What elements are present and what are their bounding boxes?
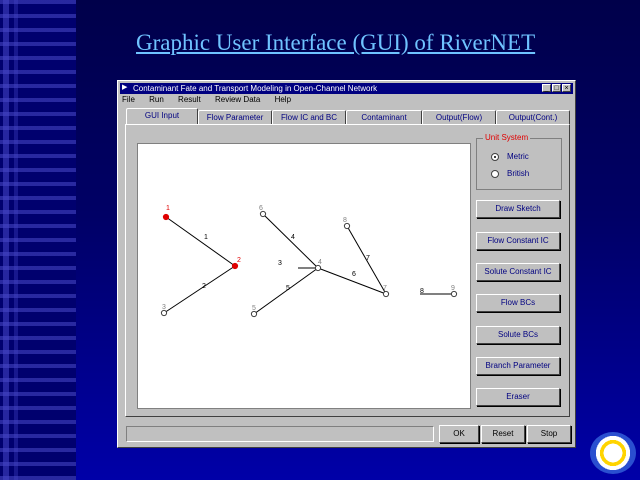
window-titlebar[interactable]: ▶ Contaminant Fate and Transport Modelin… [120,83,573,94]
menu-run[interactable]: Run [149,95,164,104]
branch-label: 6 [352,271,356,278]
branch-label: 8 [420,288,424,295]
menu-result[interactable]: Result [178,95,201,104]
node-label-7: 7 [383,285,387,292]
node-label-1: 1 [166,205,170,212]
menu-help[interactable]: Help [275,95,291,104]
branch-label: 2 [202,283,206,290]
radio-metric[interactable]: Metric [491,152,529,161]
branch-label: 4 [291,234,295,241]
minimize-button[interactable]: _ [542,84,551,92]
tab-gui-input[interactable]: GUI Input [126,108,198,124]
network-node-4[interactable] [314,264,322,272]
branch-line-1[interactable] [165,216,236,267]
menu-bar: File Run Result Review Data Help [122,95,303,105]
flow-constant-ic-button[interactable]: Flow Constant IC [476,232,560,250]
maximize-button[interactable]: □ [552,84,561,92]
window-title: Contaminant Fate and Transport Modeling … [133,84,378,93]
status-bar [126,426,434,442]
menu-review-data[interactable]: Review Data [215,95,260,104]
app-window: ▶ Contaminant Fate and Transport Modelin… [117,80,576,448]
tab-output-cont[interactable]: Output(Cont.) [496,110,570,124]
solute-bcs-button[interactable]: Solute BCs [476,326,560,344]
branch-label: 7 [366,255,370,262]
unit-system-label: Unit System [483,133,531,142]
flow-bcs-button[interactable]: Flow BCs [476,294,560,312]
branch-label: 5 [286,285,290,292]
branch-parameter-button[interactable]: Branch Parameter [476,357,560,375]
radio-button-icon[interactable] [491,152,499,161]
slide-decoration-band [0,0,76,480]
network-node-2[interactable] [231,262,239,270]
network-node-1[interactable] [162,213,170,221]
network-canvas[interactable]: 1 2 3 4 5 6 7 8 9 1 2 3 4 5 6 7 8 [137,143,471,409]
branch-line-4[interactable] [262,213,319,269]
node-label-2: 2 [237,257,241,264]
tab-flow-ic-bc[interactable]: Flow IC and BC [272,110,346,124]
node-label-8: 8 [343,217,347,224]
slide-title[interactable]: Graphic User Interface (GUI) of RiverNET [136,30,576,56]
network-node-6[interactable] [259,210,267,218]
branch-label: 1 [204,234,208,241]
branch-label: 3 [278,260,282,267]
network-node-8[interactable] [343,222,351,230]
branch-line-2[interactable] [163,265,236,314]
stop-button[interactable]: Stop [527,425,571,443]
ok-button[interactable]: OK [439,425,479,443]
node-label-3: 3 [162,304,166,311]
app-icon: ▶ [122,84,128,91]
node-label-5: 5 [252,305,256,312]
network-node-5[interactable] [250,310,258,318]
menu-file[interactable]: File [122,95,135,104]
network-node-9[interactable] [450,290,458,298]
node-label-4: 4 [318,259,322,266]
university-logo [590,432,636,474]
tab-flow-parameter[interactable]: Flow Parameter [198,110,272,124]
solute-constant-ic-button[interactable]: Solute Constant IC [476,263,560,281]
network-node-3[interactable] [160,309,168,317]
close-button[interactable]: × [562,84,571,92]
unit-system-group: Unit System Metric British [476,133,562,190]
network-sketch: 1 2 3 4 5 6 7 8 9 1 2 3 4 5 6 7 8 [160,205,458,318]
tab-contaminant[interactable]: Contaminant [346,110,422,124]
tab-output-flow[interactable]: Output(Flow) [422,110,496,124]
radio-british[interactable]: British [491,169,529,178]
draw-sketch-button[interactable]: Draw Sketch [476,200,560,218]
metric-label: Metric [507,152,529,161]
node-label-9: 9 [451,285,455,292]
reset-button[interactable]: Reset [481,425,525,443]
british-label: British [507,169,530,178]
network-node-7[interactable] [382,290,390,298]
node-label-6: 6 [259,205,263,212]
radio-button-icon[interactable] [491,169,499,178]
eraser-button[interactable]: Eraser [476,388,560,406]
